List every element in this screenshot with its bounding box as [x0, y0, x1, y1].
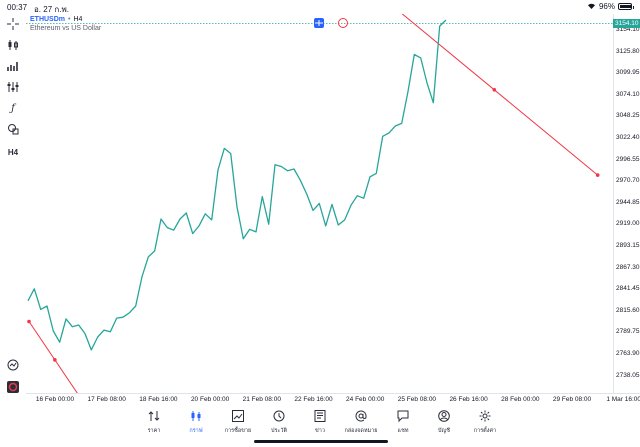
time-tick: 28 Feb 00:00	[501, 396, 540, 403]
symbol-header: ETHUSDm • H4 Ethereum vs US Dollar	[30, 15, 101, 33]
trade-chart-icon	[232, 409, 244, 422]
trendline	[401, 14, 599, 176]
candles-icon	[190, 409, 202, 421]
symbol-ticker[interactable]: ETHUSDm	[30, 15, 65, 24]
price-tick: 3099.95	[616, 69, 640, 77]
trendline-handle	[53, 358, 57, 362]
nav-label: กราฟ	[189, 428, 203, 434]
time-tick: 16 Feb 00:00	[35, 396, 75, 403]
trendline-handle	[27, 319, 31, 324]
price-tick: 2893.15	[616, 242, 640, 249]
nav-label: ราคา	[147, 428, 161, 434]
time-tick: 17 Feb 08:00	[87, 396, 126, 403]
last-price-label: 3154.10	[613, 18, 640, 28]
price-tick: 2815.60	[616, 306, 640, 314]
price-axis[interactable]: 3154.10 3125.80 3099.95 3074.10 3048.25 3022.…	[613, 14, 640, 393]
price-tick: 3125.80	[616, 47, 640, 55]
nav-item[interactable]: การซื้อขาย	[216, 409, 260, 435]
sort-arrows-icon	[148, 409, 160, 421]
history-icon	[273, 409, 285, 422]
nav-label: การตั้งค่า	[473, 428, 497, 434]
trendline	[28, 321, 78, 393]
nav-label: บัญชี	[438, 428, 450, 434]
price-tick: 2996.55	[616, 155, 640, 163]
time-tick: 21 Feb 08:00	[242, 396, 281, 403]
chart-zoom-icon[interactable]	[6, 358, 20, 372]
status-time: 00:37	[7, 3, 28, 12]
loading-spinner-icon[interactable]	[338, 18, 348, 28]
drawing-toolbar: ƒ H4	[0, 14, 26, 404]
settings-sliders-icon[interactable]	[6, 80, 20, 94]
price-line-series	[27, 19, 447, 351]
crosshair-icon[interactable]	[6, 17, 20, 31]
trendline-handle	[492, 88, 497, 92]
time-tick: 25 Feb 08:00	[397, 396, 437, 403]
price-tick: 2867.30	[616, 263, 640, 271]
battery-percent: 96%	[598, 2, 615, 11]
nav-label: การซื้อขาย	[224, 428, 252, 434]
time-tick: 18 Feb 16:00	[139, 396, 178, 403]
nav-item[interactable]: กล่องจดหมาย	[339, 409, 383, 435]
chart-area[interactable]	[26, 14, 613, 393]
nav-label: ประวัติ	[270, 428, 288, 434]
nav-label: ข่าว	[315, 428, 325, 434]
time-tick: 24 Feb 00:00	[346, 396, 385, 403]
nav-item[interactable]: กราฟ	[174, 409, 218, 435]
home-indicator	[254, 440, 388, 443]
price-tick: 2970.70	[616, 177, 640, 185]
timeframe-selector[interactable]: H4	[6, 145, 20, 159]
settings-gear-icon	[479, 409, 491, 422]
price-tick: 3074.10	[616, 90, 640, 98]
price-tick: 3048.25	[616, 112, 640, 120]
chat-icon	[397, 409, 409, 423]
trendline-handle	[595, 173, 600, 177]
time-axis[interactable]: 16 Feb 00:00 17 Feb 08:00 18 Feb 16:00 20 F…	[26, 393, 640, 405]
nav-item[interactable]: การตั้งค่า	[463, 409, 507, 435]
wifi-icon	[587, 2, 596, 11]
price-tick: 2841.45	[616, 285, 640, 293]
nav-item[interactable]: แชท	[381, 409, 425, 435]
price-tick: 3022.40	[616, 134, 640, 141]
price-tick: 2919.00	[616, 220, 640, 228]
chart-overlay-buttons	[314, 18, 348, 28]
account-icon	[438, 409, 450, 422]
time-tick: 20 Feb 00:00	[190, 396, 230, 403]
status-right: 96%	[587, 2, 634, 11]
time-tick: 26 Feb 16:00	[449, 396, 488, 403]
status-bar: 00:37 อ. 27 ก.พ. 96%	[0, 0, 640, 14]
battery-icon	[618, 3, 634, 10]
nav-item[interactable]: ข่าว	[298, 409, 342, 435]
separator-dot: •	[68, 16, 71, 23]
nav-label: แชท	[397, 428, 409, 434]
nav-label: กล่องจดหมาย	[344, 428, 378, 434]
app-logo-icon[interactable]	[6, 380, 20, 394]
function-icon[interactable]: ƒ	[6, 101, 20, 115]
nav-item[interactable]: ราคา	[132, 409, 176, 435]
battery-fill	[620, 5, 631, 8]
price-tick: 2763.90	[616, 350, 640, 357]
mail-at-icon	[355, 409, 367, 422]
nav-item[interactable]: ประวัติ	[257, 409, 301, 435]
news-icon	[314, 409, 326, 422]
battery-tip	[632, 5, 634, 9]
nav-item[interactable]: บัญชี	[422, 409, 466, 435]
time-tick: 22 Feb 16:00	[294, 396, 333, 403]
symbol-row: ETHUSDm • H4	[30, 15, 101, 24]
drawing-shapes-icon[interactable]	[6, 122, 20, 136]
price-tick: 2944.85	[616, 198, 640, 206]
one-click-trade-icon[interactable]	[314, 18, 324, 28]
symbol-description: Ethereum vs US Dollar	[30, 25, 102, 32]
candles-icon[interactable]	[6, 38, 20, 52]
price-chart[interactable]	[26, 14, 613, 393]
time-tick: 1 Mar 16:00	[606, 396, 640, 403]
timeframe-label: H4	[73, 16, 83, 23]
indicators-icon[interactable]	[6, 59, 20, 73]
price-tick: 2789.75	[616, 328, 640, 336]
time-tick: 29 Feb 08:00	[552, 396, 592, 403]
price-tick: 2738.05	[616, 371, 640, 379]
